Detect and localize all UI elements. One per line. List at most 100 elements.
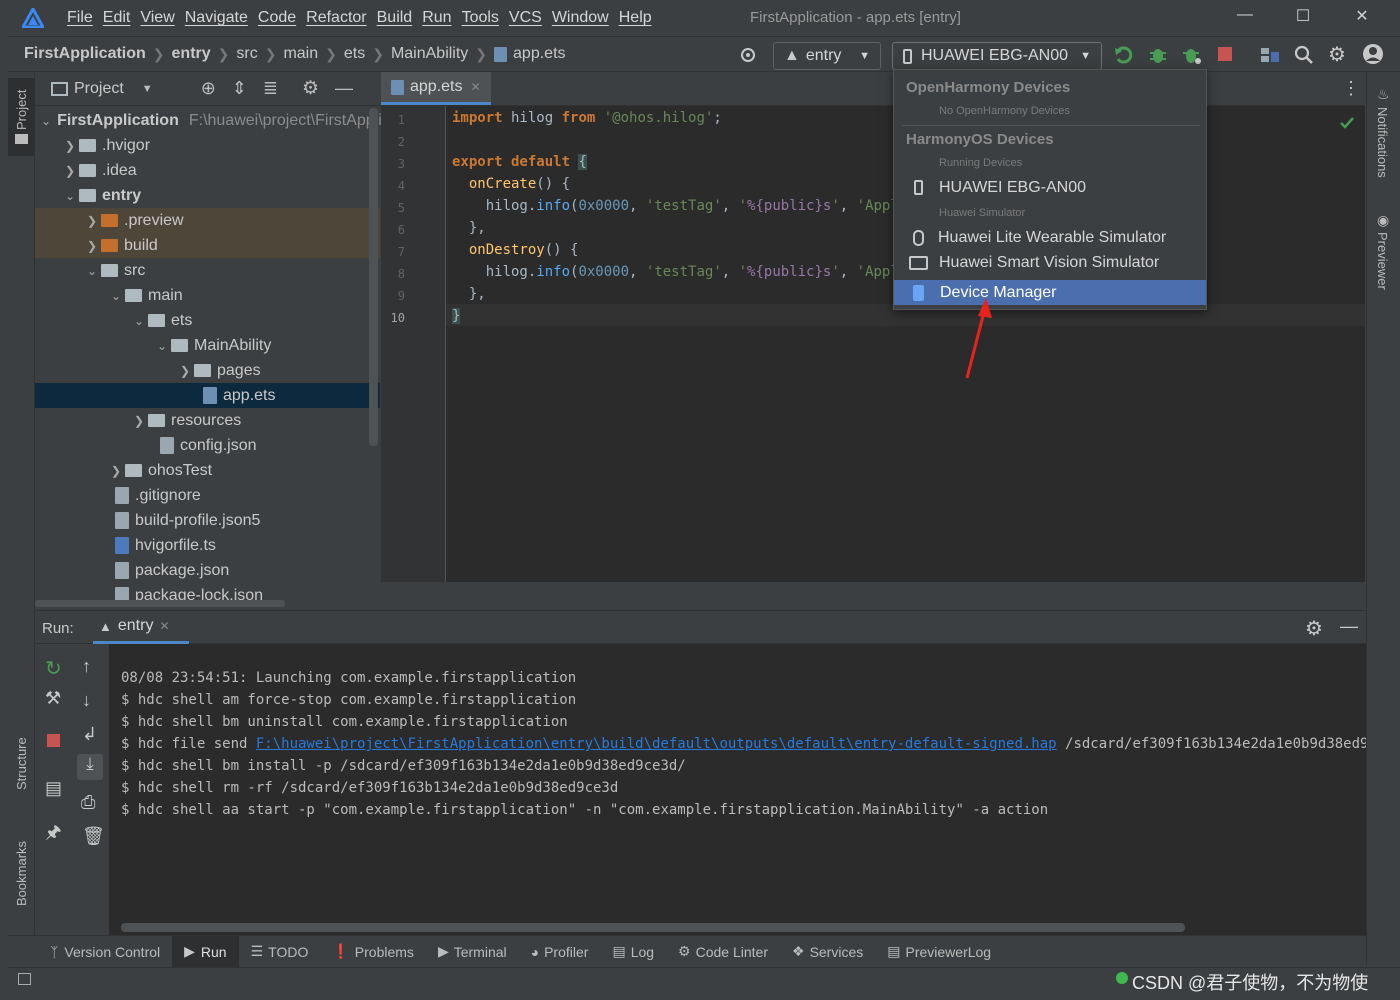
- menu-help[interactable]: Help: [614, 9, 657, 27]
- expand-all-icon[interactable]: ⇕: [232, 78, 247, 99]
- maximize-button[interactable]: ☐: [1288, 6, 1318, 30]
- device-item-smart-vision[interactable]: Huawei Smart Vision Simulator: [894, 250, 1206, 275]
- code-line-10[interactable]: }: [452, 308, 461, 324]
- more-options-icon[interactable]: ⋮: [1342, 78, 1360, 99]
- tab-version-control[interactable]: ᛉ Version Control: [8, 936, 172, 968]
- menu-tools[interactable]: Tools: [457, 9, 504, 27]
- previewer-tab-label[interactable]: Previewer: [1375, 232, 1390, 290]
- run-tab-entry[interactable]: ▲ entry ✕: [93, 611, 189, 644]
- rerun-icon[interactable]: [1114, 45, 1134, 65]
- previewer-eye-icon[interactable]: ◉: [1377, 212, 1389, 229]
- run-settings-gear-icon[interactable]: ⚙: [1305, 616, 1323, 641]
- toggle-tool-windows-icon[interactable]: [18, 973, 31, 985]
- menu-code[interactable]: Code: [253, 9, 301, 27]
- scroll-to-end-icon[interactable]: ⤓: [77, 754, 103, 780]
- tab-run[interactable]: ▶ Run: [172, 935, 239, 968]
- tab-previewer-log[interactable]: ▤ PreviewerLog: [875, 936, 1003, 968]
- wrench-icon[interactable]: ⚒: [45, 688, 61, 709]
- settings-gear-icon[interactable]: ⚙: [1328, 42, 1346, 67]
- locate-icon[interactable]: ⊕: [201, 78, 216, 99]
- code-line-9[interactable]: },: [452, 286, 486, 302]
- stop-icon[interactable]: [47, 734, 60, 747]
- chevron-down-icon[interactable]: ▼: [142, 83, 153, 95]
- tree-horizontal-scrollbar[interactable]: [35, 600, 285, 607]
- editor-tab-app-ets[interactable]: app.ets ✕: [381, 72, 491, 105]
- bookmarks-tab-label[interactable]: Bookmarks: [14, 841, 29, 906]
- tree-item-resources[interactable]: ❯ resources: [35, 408, 380, 433]
- tree-item-package-json[interactable]: package.json: [35, 558, 380, 583]
- rerun-icon[interactable]: ↻: [45, 656, 62, 681]
- menu-build[interactable]: Build: [372, 9, 418, 27]
- code-line-4[interactable]: onCreate() {: [452, 176, 570, 192]
- tree-item-ets[interactable]: ⌄ ets: [35, 308, 380, 333]
- tree-item-build[interactable]: ❯ build: [35, 233, 380, 258]
- tab-code-linter[interactable]: ⚙ Code Linter: [666, 936, 780, 968]
- notifications-bell-icon[interactable]: ♨: [1377, 86, 1390, 103]
- menu-view[interactable]: View: [135, 9, 179, 27]
- scroll-up-icon[interactable]: ↑: [82, 656, 91, 677]
- device-item-ebg-an00[interactable]: HUAWEI EBG-AN00: [894, 175, 1206, 200]
- tree-item-root[interactable]: ⌄ FirstApplication F:\huawei\project\Fir…: [35, 108, 425, 133]
- code-line-7[interactable]: onDestroy() {: [452, 242, 579, 258]
- menu-refactor[interactable]: Refactor: [301, 9, 371, 27]
- menu-file[interactable]: File: [62, 9, 98, 27]
- close-tab-icon[interactable]: ✕: [159, 619, 169, 633]
- breadcrumb-src[interactable]: src: [236, 45, 257, 63]
- run-config-select[interactable]: ▲ entry ▼: [773, 42, 881, 70]
- structure-tab-label[interactable]: Structure: [14, 737, 29, 790]
- code-line-3[interactable]: export default {: [452, 154, 587, 170]
- tree-item-hvigorfile[interactable]: hvigorfile.ts: [35, 533, 380, 558]
- tab-problems[interactable]: ❗ Problems: [320, 936, 426, 968]
- console-horizontal-scrollbar[interactable]: [121, 923, 1185, 932]
- device-manager-item[interactable]: Device Manager: [894, 280, 1206, 305]
- code-line-8[interactable]: hilog.info(0x0000, 'testTag', '%{public}…: [452, 264, 916, 280]
- console-file-link[interactable]: F:\huawei\project\FirstApplication\entry…: [256, 736, 1057, 752]
- notifications-tab-label[interactable]: Notifications: [1375, 107, 1390, 178]
- search-icon[interactable]: [1294, 45, 1314, 65]
- tree-item-app-ets[interactable]: app.ets: [35, 383, 380, 408]
- target-icon[interactable]: [739, 46, 757, 64]
- account-icon[interactable]: [1362, 43, 1384, 65]
- menu-run[interactable]: Run: [417, 9, 456, 27]
- menu-edit[interactable]: Edit: [98, 9, 136, 27]
- hide-panel-icon[interactable]: —: [335, 78, 353, 99]
- layout-icon[interactable]: ▤: [45, 778, 62, 799]
- menu-window[interactable]: Window: [547, 9, 614, 27]
- menu-navigate[interactable]: Navigate: [180, 9, 253, 27]
- project-tab-label[interactable]: Project: [14, 90, 29, 130]
- tree-item-ohostest[interactable]: ❯ ohosTest: [35, 458, 380, 483]
- collapse-all-icon[interactable]: ≣: [263, 78, 278, 99]
- panel-settings-icon[interactable]: ⚙: [302, 77, 319, 100]
- device-select[interactable]: HUAWEI EBG-AN00 ▼: [892, 42, 1102, 70]
- close-window-button[interactable]: ✕: [1347, 6, 1377, 30]
- tree-item-pages[interactable]: ❯ pages: [35, 358, 380, 383]
- breadcrumb-mainability[interactable]: MainAbility: [391, 45, 468, 63]
- device-item-lite-wearable[interactable]: Huawei Lite Wearable Simulator: [894, 225, 1206, 250]
- tree-item-preview[interactable]: ❯ .preview: [35, 208, 380, 233]
- tree-item-src[interactable]: ⌄ src: [35, 258, 380, 283]
- attach-debugger-icon[interactable]: [1182, 45, 1202, 65]
- project-structure-icon[interactable]: [1260, 46, 1280, 64]
- breadcrumb-entry[interactable]: entry: [172, 45, 211, 63]
- hide-panel-icon[interactable]: —: [1340, 616, 1358, 637]
- tab-services[interactable]: ❖ Services: [780, 936, 875, 968]
- tab-log[interactable]: ▤ Log: [600, 936, 666, 968]
- stop-icon[interactable]: [1218, 47, 1232, 61]
- no-problems-check-icon[interactable]: [1339, 116, 1355, 130]
- scroll-down-icon[interactable]: ↓: [82, 690, 91, 711]
- breadcrumb-app-ets[interactable]: app.ets: [513, 45, 565, 63]
- debug-icon[interactable]: [1148, 45, 1168, 65]
- tree-item-mainability[interactable]: ⌄ MainAbility: [35, 333, 380, 358]
- tab-todo[interactable]: ☰ TODO: [239, 936, 321, 968]
- pin-icon[interactable]: 🖈: [45, 820, 62, 850]
- tree-item-entry[interactable]: ⌄ entry: [35, 183, 380, 208]
- tree-item-hvigor[interactable]: ❯ .hvigor: [35, 133, 380, 158]
- tab-terminal[interactable]: ▶ Terminal: [426, 936, 519, 968]
- tree-item-gitignore[interactable]: .gitignore: [35, 483, 380, 508]
- tab-profiler[interactable]: ◕ Profiler: [519, 936, 601, 968]
- breadcrumb-ets[interactable]: ets: [344, 45, 365, 63]
- soft-wrap-icon[interactable]: ↲: [82, 724, 97, 745]
- code-line-5[interactable]: hilog.info(0x0000, 'testTag', '%{public}…: [452, 198, 916, 214]
- tree-item-main[interactable]: ⌄ main: [35, 283, 380, 308]
- project-view-label[interactable]: Project: [74, 80, 124, 98]
